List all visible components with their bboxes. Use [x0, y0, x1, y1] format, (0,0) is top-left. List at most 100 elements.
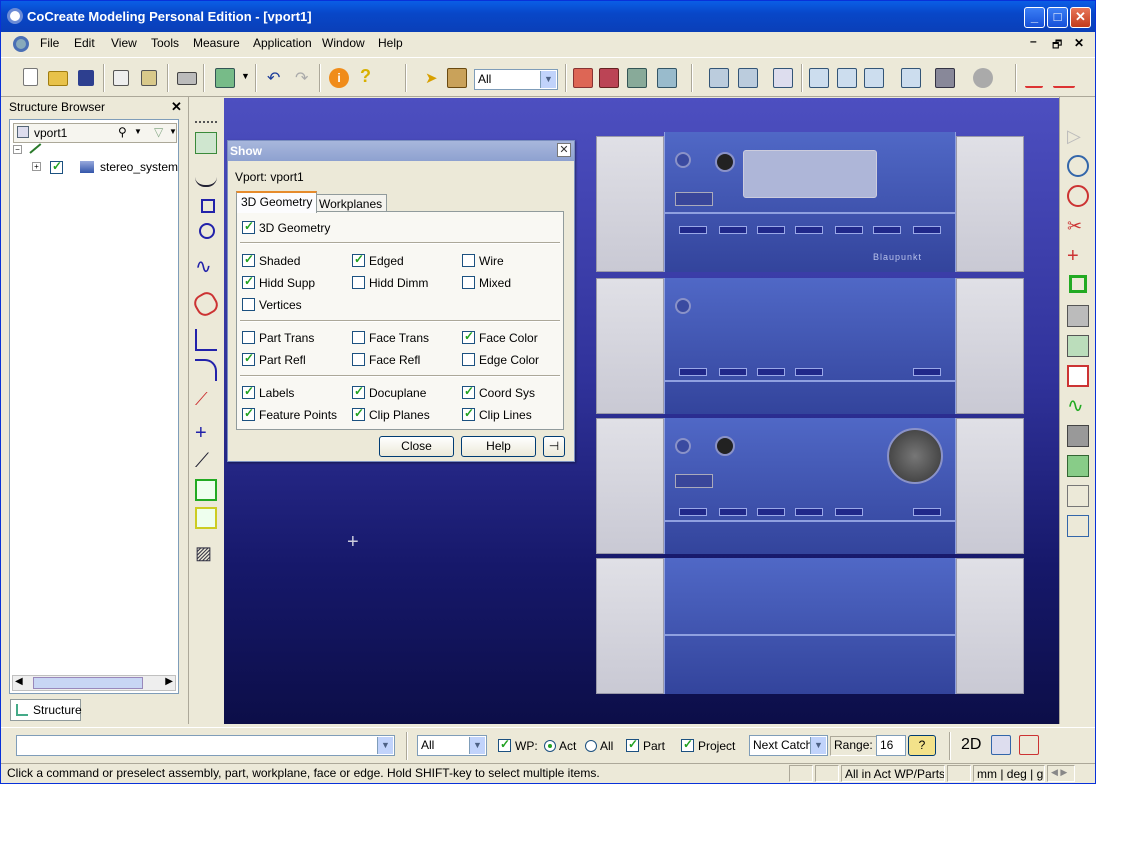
- expand-icon[interactable]: +: [32, 162, 41, 171]
- copy-icon[interactable]: [113, 70, 129, 86]
- binoculars-icon[interactable]: ⚲: [118, 125, 127, 139]
- command-input[interactable]: ▼: [16, 735, 395, 756]
- app-menu-icon[interactable]: [13, 36, 29, 52]
- cross-tool-icon[interactable]: +: [195, 423, 217, 445]
- range-help-icon[interactable]: ?: [908, 735, 936, 756]
- show-dialog-close-icon[interactable]: ✕: [557, 143, 571, 157]
- dropdown-arrow-icon[interactable]: ▼: [134, 127, 142, 136]
- status-scroll-arrows-icon[interactable]: ◀ ▶: [1047, 765, 1075, 782]
- position-part-icon[interactable]: [657, 68, 677, 88]
- stereo-system-visible-checkbox[interactable]: [50, 159, 67, 175]
- help-question-icon[interactable]: ?: [360, 66, 371, 87]
- box-icon[interactable]: [1067, 305, 1089, 327]
- app-gear-icon[interactable]: [7, 8, 23, 24]
- zoom-window-icon[interactable]: [738, 68, 758, 88]
- close-button[interactable]: Close: [379, 436, 454, 457]
- menu-view[interactable]: View: [111, 36, 137, 50]
- fit-view-icon[interactable]: [709, 68, 729, 88]
- scroll-right-icon[interactable]: ▶: [165, 676, 173, 687]
- act-radio[interactable]: Act: [544, 739, 576, 753]
- previous-view-icon[interactable]: [901, 68, 921, 88]
- measure-distance-icon[interactable]: [1053, 68, 1075, 88]
- cube-cut-icon[interactable]: [1067, 365, 1089, 387]
- mixed-checkbox[interactable]: Mixed: [462, 276, 511, 290]
- play-icon[interactable]: ▷: [1067, 125, 1089, 147]
- filter-icon[interactable]: ▽: [154, 125, 163, 139]
- scrollbar-thumb[interactable]: [33, 677, 143, 689]
- shell-icon[interactable]: [1067, 425, 1089, 447]
- print-icon[interactable]: [177, 72, 197, 85]
- filter-combo[interactable]: All ▼: [417, 735, 487, 756]
- save-disk-icon[interactable]: [78, 70, 94, 86]
- extrude-feature-icon[interactable]: [1067, 335, 1089, 357]
- part-trans-checkbox[interactable]: Part Trans: [242, 331, 314, 345]
- tab-3d-geometry[interactable]: 3D Geometry: [236, 191, 318, 213]
- pin-icon[interactable]: ⊣: [543, 436, 565, 457]
- shaded-checkbox[interactable]: Shaded: [242, 252, 300, 268]
- minimize-button[interactable]: _: [1024, 7, 1045, 28]
- show-dialog-title[interactable]: Show: [228, 141, 574, 161]
- stereo-unit[interactable]: [596, 418, 1024, 554]
- range-input[interactable]: 16: [876, 735, 906, 756]
- face-icon[interactable]: [1067, 485, 1089, 507]
- maximize-button[interactable]: □: [1047, 7, 1068, 28]
- filter-dropdown-icon[interactable]: ▼: [169, 127, 177, 136]
- menu-tools[interactable]: Tools: [151, 36, 179, 50]
- clip-planes-checkbox[interactable]: Clip Planes: [352, 406, 430, 422]
- pattern-icon[interactable]: [1067, 455, 1089, 477]
- new-file-icon[interactable]: [23, 68, 38, 86]
- cut-revolve-icon[interactable]: [1067, 185, 1089, 207]
- workplane-mode-icon[interactable]: [1019, 735, 1039, 755]
- spline-tool-icon[interactable]: ∿: [195, 257, 217, 279]
- catch-mode-combo[interactable]: Next Catch ▼: [749, 735, 828, 756]
- line-tool-icon[interactable]: ⟋: [195, 451, 217, 473]
- clip-lines-checkbox[interactable]: Clip Lines: [462, 406, 532, 422]
- 3d-geometry-checkbox[interactable]: 3D Geometry: [242, 219, 330, 235]
- tree-item-stereo-system[interactable]: stereo_system: [100, 160, 178, 174]
- mdi-restore-icon[interactable]: 🗗: [1052, 36, 1062, 55]
- wire-checkbox[interactable]: Wire: [462, 254, 504, 268]
- menu-application[interactable]: Application: [253, 36, 312, 50]
- edit-part-icon[interactable]: [599, 68, 619, 88]
- select-arrow-icon[interactable]: ➤: [425, 69, 438, 87]
- face-refl-checkbox[interactable]: Face Refl: [352, 353, 420, 367]
- hatch-tool-icon[interactable]: ▨: [195, 543, 217, 565]
- structure-browser-close-icon[interactable]: ✕: [171, 99, 182, 115]
- sweep-icon[interactable]: ∿: [1067, 395, 1089, 417]
- redo-icon[interactable]: ↷: [295, 68, 308, 88]
- rectangle-tool-icon[interactable]: [201, 199, 215, 213]
- view-axis-icon[interactable]: [773, 68, 793, 88]
- tree-horizontal-scrollbar[interactable]: ◀ ▶: [12, 675, 176, 691]
- edge-color-checkbox[interactable]: Edge Color: [462, 353, 539, 367]
- 2d-mode-button[interactable]: 2D: [961, 736, 981, 754]
- render-gear-icon[interactable]: [973, 68, 993, 88]
- help-button[interactable]: Help: [461, 436, 536, 457]
- scroll-left-icon[interactable]: ◀: [15, 676, 23, 687]
- labels-checkbox[interactable]: Labels: [242, 384, 294, 400]
- dropdown-arrow-icon[interactable]: ▼: [241, 71, 250, 81]
- fillet-tool-icon[interactable]: [190, 288, 222, 320]
- round-corner-tool-icon[interactable]: [195, 359, 217, 381]
- menu-measure[interactable]: Measure: [193, 36, 240, 50]
- feature-points-checkbox[interactable]: Feature Points: [242, 406, 337, 422]
- info-icon[interactable]: i: [329, 68, 349, 88]
- structure-tree[interactable]: vport1 ⚲ ▼ ▽ ▼ − + stereo_system ◀ ▶: [9, 119, 179, 694]
- measure-line-icon[interactable]: [1025, 68, 1043, 88]
- settings-tool-icon[interactable]: [215, 68, 235, 88]
- extrude-tool-icon[interactable]: [195, 479, 217, 501]
- menu-window[interactable]: Window: [322, 36, 365, 50]
- menu-file[interactable]: File: [40, 36, 59, 50]
- split-icon[interactable]: +: [1067, 245, 1089, 267]
- collapse-icon[interactable]: −: [13, 145, 22, 154]
- structure-tab[interactable]: Structure: [10, 699, 82, 721]
- stereo-unit[interactable]: [596, 558, 1024, 694]
- hidd-supp-checkbox[interactable]: Hidd Supp: [242, 274, 315, 290]
- face-trans-checkbox[interactable]: Face Trans: [352, 331, 429, 345]
- close-button[interactable]: ✕: [1070, 7, 1091, 28]
- hidd-dimm-checkbox[interactable]: Hidd Dimm: [352, 276, 428, 290]
- trim-icon[interactable]: ✂: [1067, 215, 1089, 237]
- mdi-close-icon[interactable]: ✕: [1074, 36, 1084, 50]
- edged-checkbox[interactable]: Edged: [352, 252, 404, 268]
- wp-checkbox[interactable]: WP:: [498, 737, 538, 753]
- docuplane-checkbox[interactable]: Docuplane: [352, 384, 426, 400]
